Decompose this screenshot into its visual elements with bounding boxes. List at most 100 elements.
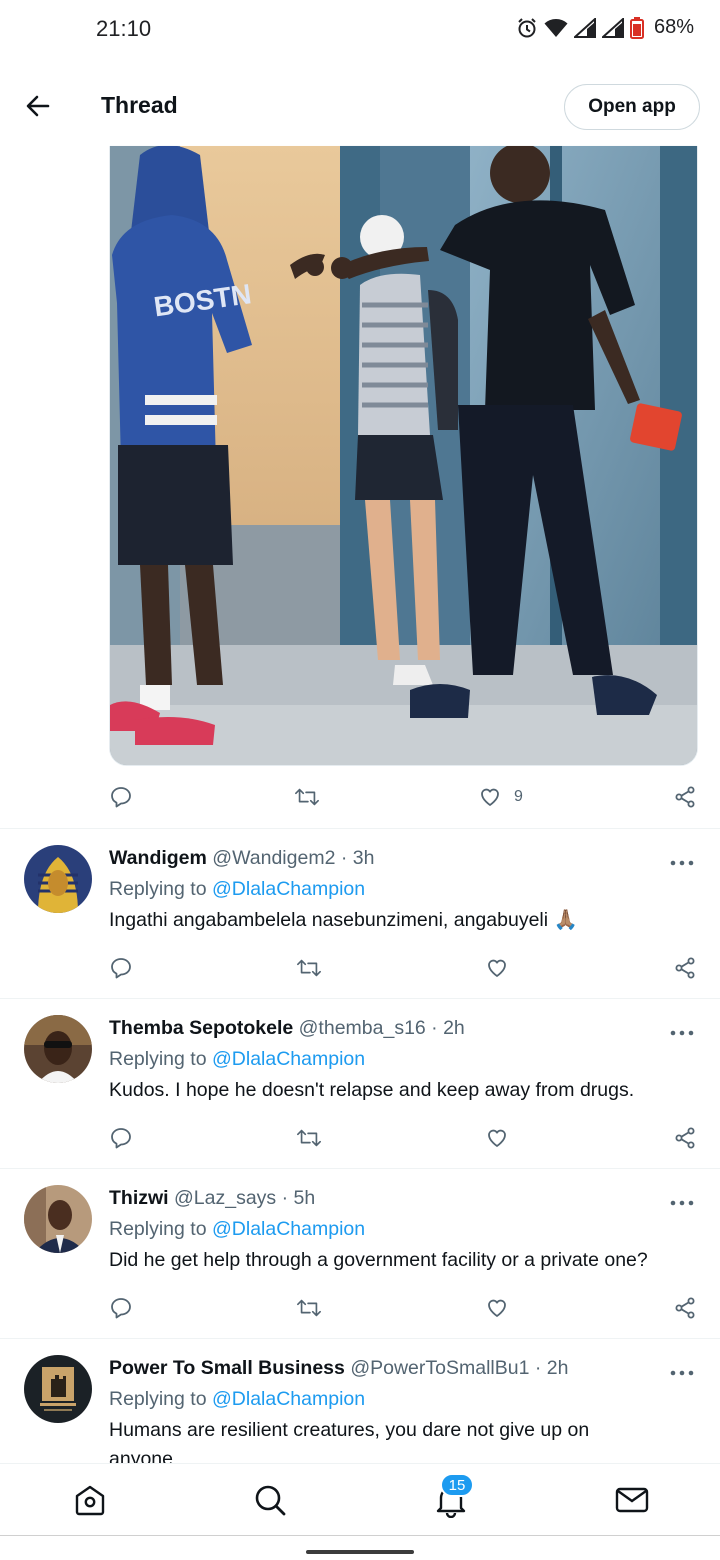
reply-header: Themba Sepotokele @themba_s16 · 2h — [109, 1017, 465, 1040]
wifi-icon — [544, 18, 568, 38]
page-title: Thread — [101, 92, 178, 118]
like-button[interactable] — [485, 1295, 511, 1321]
reply-header: Wandigem @Wandigem2 · 3h — [109, 847, 374, 870]
more-dots-icon — [670, 860, 694, 866]
reply-item[interactable]: Thizwi @Laz_says · 5h Replying to @Dlala… — [0, 1169, 720, 1337]
share-icon — [675, 786, 695, 808]
alarm-icon — [516, 17, 538, 39]
bottom-nav — [0, 1463, 720, 1535]
handle-time: @PowerToSmallBu1 · 2h — [350, 1357, 569, 1379]
heart-icon — [488, 1299, 506, 1317]
retweet-button[interactable] — [296, 955, 322, 981]
tweet-photo[interactable]: BOSTN — [109, 144, 698, 766]
notifications-badge: 15 — [440, 1473, 474, 1497]
display-name[interactable]: Wandigem — [109, 847, 207, 869]
retweet-button[interactable] — [294, 784, 320, 810]
nav-search[interactable] — [252, 1482, 288, 1518]
handle-time: @Laz_says · 5h — [174, 1187, 316, 1209]
share-icon — [675, 957, 695, 979]
display-name[interactable]: Thizwi — [109, 1187, 169, 1209]
heart-icon — [481, 788, 499, 806]
back-button[interactable] — [22, 90, 54, 122]
retweet-button[interactable] — [296, 1125, 322, 1151]
gesture-area — [0, 1535, 720, 1560]
signal-icon — [573, 17, 596, 38]
reply-item[interactable]: Wandigem @Wandigem2 · 3h Replying to @Dl… — [0, 829, 720, 997]
avatar[interactable] — [24, 1355, 92, 1423]
mention-link[interactable]: @DlalaChampion — [212, 1048, 365, 1070]
reply-button[interactable] — [109, 955, 135, 981]
share-icon — [675, 1297, 695, 1319]
reply-icon — [111, 1128, 131, 1149]
replying-to: Replying to @DlalaChampion — [109, 1048, 366, 1070]
reply-button[interactable] — [109, 784, 135, 810]
share-button[interactable] — [673, 955, 699, 981]
like-button[interactable] — [485, 955, 511, 981]
reply-icon — [111, 1298, 131, 1319]
status-bar: 21:10 68% — [0, 0, 720, 64]
reply-item[interactable]: Power To Small Business @PowerToSmallBu1… — [0, 1339, 720, 1463]
reply-header: Thizwi @Laz_says · 5h — [109, 1187, 315, 1210]
reply-button[interactable] — [109, 1295, 135, 1321]
search-icon — [255, 1485, 286, 1516]
display-name[interactable]: Power To Small Business — [109, 1357, 345, 1379]
avatar[interactable] — [24, 1185, 92, 1253]
mention-link[interactable]: @DlalaChampion — [212, 1218, 365, 1240]
mention-link[interactable]: @DlalaChampion — [212, 878, 365, 900]
open-app-button[interactable]: Open app — [564, 84, 700, 130]
handle-time: @Wandigem2 · 3h — [212, 847, 375, 869]
more-dots-icon — [670, 1200, 694, 1206]
tweet-actions: 9 — [0, 776, 720, 816]
status-time: 21:10 — [96, 16, 152, 41]
heart-icon — [488, 959, 506, 977]
battery-icon — [629, 16, 644, 39]
mention-link[interactable]: @DlalaChampion — [212, 1388, 365, 1410]
gesture-bar[interactable] — [306, 1550, 414, 1554]
handle-time: @themba_s16 · 2h — [298, 1017, 465, 1039]
reply-actions — [0, 947, 720, 987]
retweet-icon — [297, 959, 321, 977]
more-dots-icon — [670, 1370, 694, 1376]
retweet-icon — [297, 1299, 321, 1317]
more-dots-icon — [670, 1030, 694, 1036]
reply-icon — [111, 787, 131, 808]
retweet-icon — [297, 1129, 321, 1147]
nav-messages[interactable] — [614, 1482, 650, 1518]
home-icon — [75, 1485, 105, 1516]
share-button[interactable] — [673, 1125, 699, 1151]
reply-text: Did he get help through a government fac… — [109, 1249, 648, 1271]
retweet-button[interactable] — [296, 1295, 322, 1321]
reply-text: Humans are resilient creatures, you dare… — [109, 1419, 590, 1463]
avatar[interactable] — [24, 845, 92, 913]
mail-icon — [615, 1487, 649, 1513]
reply-header: Power To Small Business @PowerToSmallBu1… — [109, 1357, 568, 1380]
more-button[interactable] — [670, 855, 694, 866]
signal-icon-2 — [601, 17, 624, 38]
more-button[interactable] — [670, 1195, 694, 1206]
like-button[interactable] — [478, 784, 504, 810]
status-icons: 68% — [516, 16, 694, 39]
thread-header: Thread Open app — [0, 64, 720, 146]
reply-actions — [0, 1287, 720, 1327]
reply-actions — [0, 1117, 720, 1157]
display-name[interactable]: Themba Sepotokele — [109, 1017, 293, 1039]
reply-button[interactable] — [109, 1125, 135, 1151]
nav-home[interactable] — [72, 1482, 108, 1518]
replying-to: Replying to @DlalaChampion — [109, 878, 366, 900]
reply-icon — [111, 958, 131, 979]
more-button[interactable] — [670, 1025, 694, 1036]
like-count: 9 — [514, 788, 523, 805]
battery-percent: 68% — [653, 16, 694, 38]
reply-text: Ingathi angabambelela nasebunzimeni, ang… — [109, 909, 578, 931]
reply-item[interactable]: Themba Sepotokele @themba_s16 · 2h Reply… — [0, 999, 720, 1167]
avatar[interactable] — [24, 1015, 92, 1083]
replying-to: Replying to @DlalaChampion — [109, 1218, 366, 1240]
like-button[interactable] — [485, 1125, 511, 1151]
share-button[interactable] — [673, 1295, 699, 1321]
heart-icon — [488, 1129, 506, 1147]
replying-to: Replying to @DlalaChampion — [109, 1388, 366, 1410]
reply-text: Kudos. I hope he doesn't relapse and kee… — [109, 1079, 635, 1101]
more-button[interactable] — [670, 1365, 694, 1376]
share-button[interactable] — [673, 784, 699, 810]
retweet-icon — [295, 788, 319, 806]
